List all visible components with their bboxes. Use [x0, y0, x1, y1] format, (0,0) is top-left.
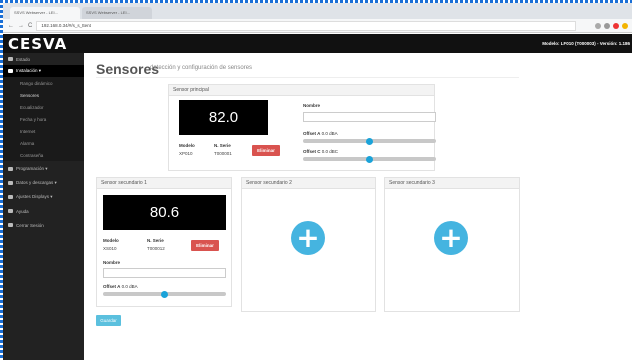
sensor-reading-display: 80.6	[103, 195, 226, 230]
model-value: XP010	[179, 151, 193, 156]
sidebar-item-alarma[interactable]: Alarma	[0, 137, 84, 149]
sidebar-item-rango[interactable]: Rango dinámico	[0, 77, 84, 89]
serial-label: N. Serie	[214, 143, 231, 148]
help-icon	[8, 209, 13, 213]
forward-icon[interactable]: →	[18, 23, 24, 29]
divider	[96, 77, 519, 78]
browser-tab[interactable]: SSVS Webserver - LEI...	[82, 7, 152, 19]
logout-icon	[8, 223, 13, 227]
secondary-sensor-2-card: Sensor secundario 2 +	[241, 177, 376, 312]
model-value: XS010	[103, 246, 117, 251]
sidebar-item-cerrar[interactable]: Cerrar Sesión	[0, 219, 84, 231]
wrench-icon	[8, 69, 13, 73]
serial-value: T000001	[214, 151, 232, 156]
extension-icon[interactable]	[622, 22, 628, 29]
sidebar-item-contrasena[interactable]: Contraseña	[0, 149, 84, 161]
serial-value: T000012	[147, 246, 165, 251]
sidebar-item-fecha[interactable]: Fecha y hora	[0, 113, 84, 125]
offset-a-handle[interactable]	[366, 137, 373, 145]
left-stripe	[0, 0, 3, 360]
star-icon[interactable]	[604, 22, 610, 29]
name-label: Nombre	[303, 103, 321, 108]
sidebar-item-programacion[interactable]: Programación ▾	[0, 163, 84, 175]
extensions	[595, 22, 628, 29]
add-sensor-button[interactable]: +	[434, 221, 468, 255]
sidebar-item-estado[interactable]: Estado	[0, 53, 84, 65]
sidebar-item-instalacion[interactable]: Instalación ▾	[0, 65, 84, 77]
plus-icon: +	[439, 221, 463, 254]
main-content: Sensores detección y configuración de se…	[84, 53, 632, 360]
back-icon[interactable]: ←	[8, 23, 14, 29]
model-version: Modelo: LF010 (T000003) - Versión: 1.186	[542, 41, 630, 46]
offset-a-label: Offset A 0.0 dBA	[303, 131, 338, 136]
secondary-sensor-3-card: Sensor secundario 3 +	[384, 177, 520, 312]
card-header: Sensor secundario 2	[242, 178, 375, 189]
sidebar-item-ecualizador[interactable]: Ecualizador	[0, 101, 84, 113]
home-icon	[8, 57, 13, 61]
offset-a-slider[interactable]	[303, 137, 436, 145]
sidebar-item-displays[interactable]: Ajustes Displays ▾	[0, 191, 84, 203]
card-header: Sensor secundario 3	[385, 178, 519, 189]
sensor-reading-display: 82.0	[179, 100, 268, 135]
display-icon	[8, 195, 13, 199]
sidebar: Estado Instalación ▾ Rango dinámico Sens…	[0, 53, 84, 360]
reload-icon[interactable]: C	[28, 23, 32, 29]
offset-a-slider[interactable]	[103, 290, 226, 298]
app-header: CESVA Modelo: LF010 (T000003) - Versión:…	[0, 34, 632, 53]
extension-icon[interactable]	[595, 22, 601, 29]
offset-c-slider[interactable]	[303, 155, 436, 163]
browser-tab-strip: SSVS Webserver - LEI... SSVS Webserver -…	[0, 3, 632, 19]
abp-icon[interactable]	[613, 22, 619, 29]
name-label: Nombre	[103, 260, 121, 265]
offset-a-handle[interactable]	[161, 290, 168, 298]
name-input[interactable]	[303, 112, 436, 122]
secondary-sensor-1-card: Sensor secundario 1 80.6 Modelo XS010 N.…	[96, 177, 232, 307]
logo: CESVA	[8, 34, 68, 53]
bar-chart-icon	[8, 181, 13, 185]
offset-c-label: Offset C 0.0 dBC	[303, 149, 339, 154]
sidebar-item-datos[interactable]: Datos y descargas ▾	[0, 177, 84, 189]
address-bar: ← → C 192.168.0.34/#/s_s_ttent	[0, 19, 632, 33]
sidebar-item-ayuda[interactable]: Ayuda	[0, 205, 84, 217]
name-input[interactable]	[103, 268, 226, 278]
page-subtitle: detección y configuración de sensores	[150, 65, 253, 71]
offset-c-handle[interactable]	[366, 155, 373, 163]
calendar-icon	[8, 167, 13, 171]
save-button[interactable]: Guardar	[96, 315, 121, 326]
model-label: Modelo	[103, 238, 119, 243]
serial-label: N. Serie	[147, 238, 164, 243]
delete-button[interactable]: Eliminar	[252, 145, 280, 156]
offset-a-label: Offset A 0.0 dBA	[103, 284, 138, 289]
browser-tab[interactable]: SSVS Webserver - LEI...	[10, 7, 80, 19]
add-sensor-button[interactable]: +	[291, 221, 325, 255]
card-header: Sensor principal	[169, 85, 434, 96]
sidebar-item-sensores[interactable]: Sensores	[0, 89, 84, 101]
plus-icon: +	[296, 221, 320, 254]
card-header: Sensor secundario 1	[97, 178, 231, 189]
model-label: Modelo	[179, 143, 195, 148]
sidebar-item-internet[interactable]: Internet	[0, 125, 84, 137]
url-input[interactable]: 192.168.0.34/#/s_s_ttent	[36, 20, 577, 31]
delete-button[interactable]: Eliminar	[191, 240, 219, 251]
main-sensor-card: Sensor principal 82.0 Modelo XP010 N. Se…	[168, 84, 436, 171]
